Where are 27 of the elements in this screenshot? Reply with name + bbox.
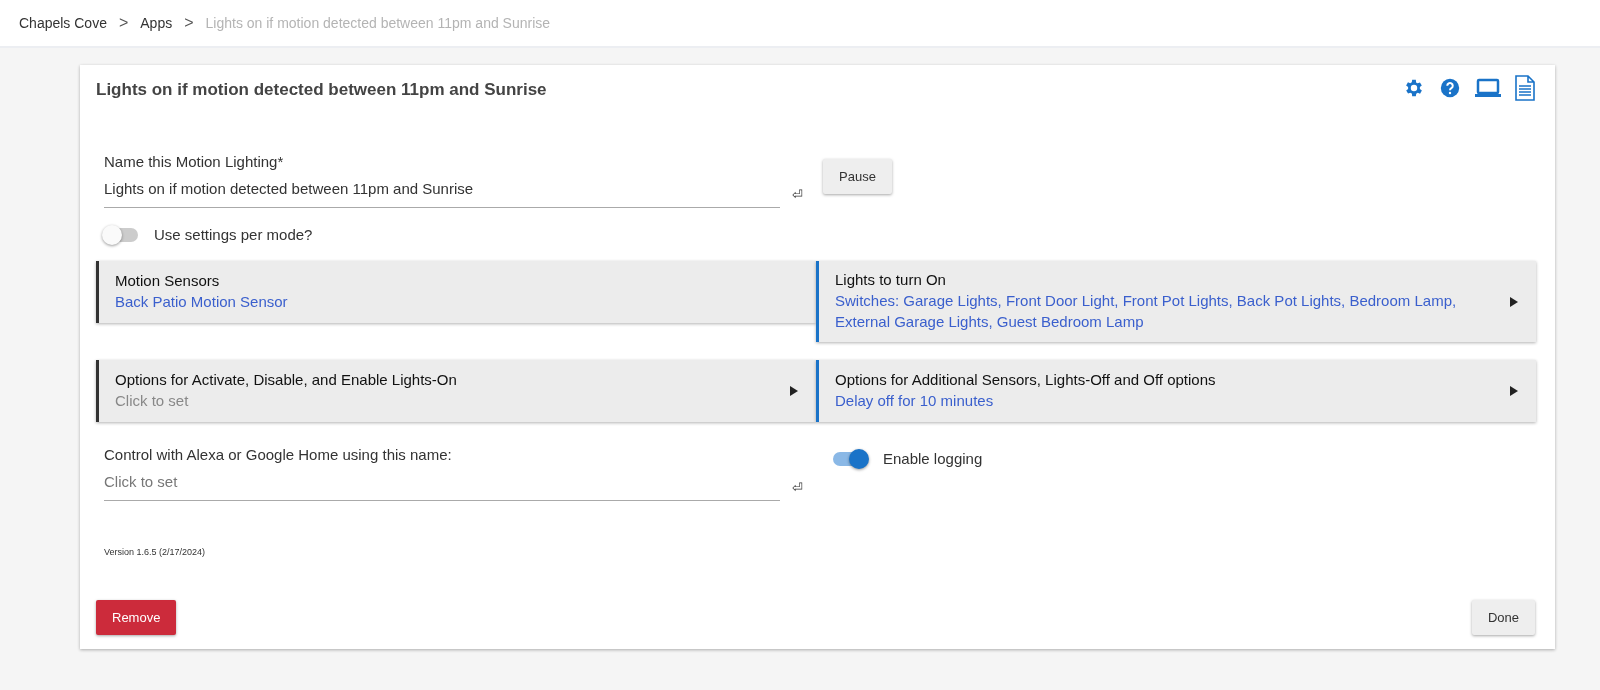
chevron-icon: > xyxy=(118,14,129,32)
alexa-name-input-field[interactable]: Click to set xyxy=(104,473,780,501)
chevron-icon: > xyxy=(184,14,194,32)
toggle-switch[interactable] xyxy=(833,451,867,466)
section-link[interactable]: Options for Additional Sensors, Lights-Off and Off options Delay off for 10 minutes xyxy=(816,360,1536,422)
section-link[interactable]: Motion Sensors Back Patio Motion Sensor xyxy=(96,261,816,323)
enter-icon: ⏎ xyxy=(792,187,803,202)
breadcrumb-link[interactable]: Apps xyxy=(140,15,173,31)
section-link[interactable]: Lights to turn On Switches: Garage Lights, Front Door Light, Front Pot Lights, Back Pot Lights, Bedroom Lamp, External Garage Lights, Guest Bedroom Lamp xyxy=(816,261,1536,342)
card-title: Lights on if motion detected between 11pm and Sunrise xyxy=(96,80,547,100)
pause-button[interactable]: Pause xyxy=(823,159,892,194)
done-button[interactable]: Done xyxy=(1471,600,1535,635)
document-icon[interactable] xyxy=(1515,75,1535,101)
remove-button[interactable]: Remove xyxy=(96,600,177,635)
field-label: Control with Alexa or Google Home using this name: xyxy=(104,446,453,463)
version-text: Version 1.6.5 (2/17/2024) xyxy=(104,547,207,557)
help-icon[interactable] xyxy=(1439,77,1461,99)
toggle-label: Use settings per mode? xyxy=(154,226,313,243)
toggle-switch[interactable] xyxy=(104,227,138,242)
toggle-label: Enable logging xyxy=(883,450,983,467)
settings-icon[interactable] xyxy=(1403,77,1425,99)
section-link[interactable]: Options for Activate, Disable, and Enable Lights-On Click to set xyxy=(96,360,816,422)
enter-icon: ⏎ xyxy=(792,480,803,495)
name-input-field[interactable]: Lights on if motion detected between 11pm and Sunrise xyxy=(104,180,780,208)
laptop-icon[interactable] xyxy=(1475,78,1501,98)
breadcrumb-link[interactable]: Chapels Cove xyxy=(19,15,107,31)
field-label: Name this Motion Lighting* xyxy=(104,153,285,170)
